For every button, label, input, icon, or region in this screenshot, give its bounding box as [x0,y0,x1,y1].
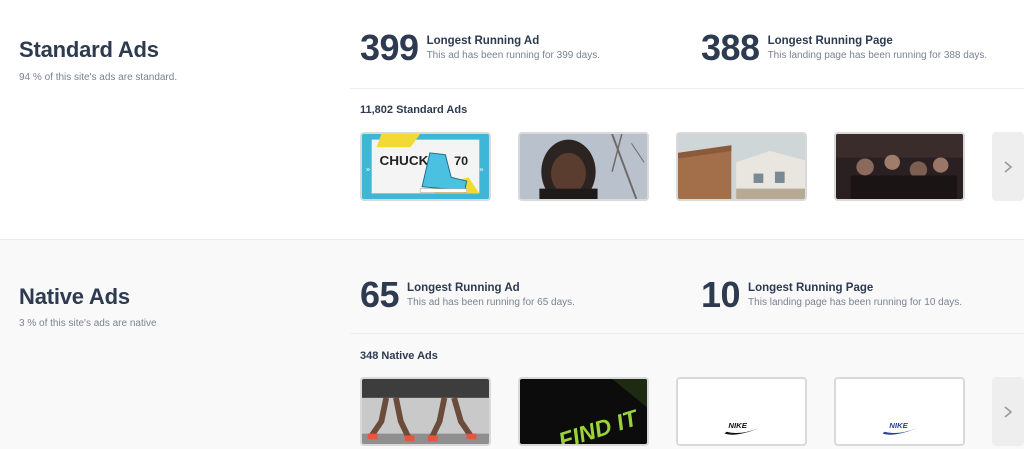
ad-thumbnail[interactable] [360,377,491,446]
chevron-right-icon [1004,160,1013,173]
ads-count-label: 348 Native Ads [360,350,438,362]
crowd-ad-image [836,134,963,199]
stat-label: Longest Running Ad [407,282,520,294]
stat-label: Longest Running Page [748,282,874,294]
stat-label: Longest Running Ad [426,35,540,47]
section-title: Standard Ads [19,37,159,62]
ad-caption: CHUCK [379,153,428,168]
ad-caption: 70 [454,154,468,168]
stat-description: This ad has been running for 65 days. [407,297,575,308]
standard-ads-section: Standard Ads 94 % of this site's ads are… [0,0,1024,240]
ad-thumbnail[interactable] [834,132,965,201]
divider [350,88,1024,89]
ad-thumbnail[interactable] [518,132,649,201]
stat-value: 388 [701,27,760,68]
ad-thumbnail[interactable] [676,132,807,201]
ads-count-label: 11,802 Standard Ads [360,104,468,116]
longest-running-ad-stat: 65 Longest Running Ad This ad has been r… [360,277,575,313]
svg-text:»: » [479,165,483,174]
ad-thumbnail[interactable]: FIND IT [518,377,649,446]
stat-description: This landing page has been running for 3… [767,50,988,61]
find-it-ad-image: FIND IT [520,379,647,444]
next-button[interactable] [992,377,1024,446]
next-button[interactable] [992,132,1024,201]
stat-value: 399 [360,27,419,68]
native-ads-section: Native Ads 3 % of this site's ads are na… [0,240,1024,449]
portrait-ad-image [520,134,647,199]
stat-description: This landing page has been running for 1… [748,297,963,308]
houses-ad-image [678,134,805,199]
nike-blue-ad-image: NIKE [836,379,963,444]
longest-running-ad-stat: 399 Longest Running Ad This ad has been … [360,30,600,66]
nike-ad-image: NIKE [678,379,805,444]
native-ads-summary: Native Ads 3 % of this site's ads are na… [0,240,350,449]
longest-running-page-stat: 10 Longest Running Page This landing pag… [701,277,962,313]
stat-description: This ad has been running for 399 days. [426,50,601,61]
longest-running-page-stat: 388 Longest Running Page This landing pa… [701,30,987,66]
standard-ads-summary: Standard Ads 94 % of this site's ads are… [0,0,350,239]
stat-value: 65 [360,274,400,315]
standard-ads-details: 399 Longest Running Ad This ad has been … [350,0,1024,239]
runners-ad-image [362,379,489,444]
ad-thumbnail[interactable]: CHUCK 70 » » [360,132,491,201]
native-ads-details: 65 Longest Running Ad This ad has been r… [350,240,1024,449]
stat-label: Longest Running Page [767,35,893,47]
stat-value: 10 [701,274,741,315]
sneaker-ad-image: CHUCK 70 » » [362,134,489,199]
divider [350,333,1024,334]
chevron-right-icon [1004,405,1013,418]
svg-text:»: » [366,165,370,174]
ad-caption: NIKE [889,421,908,430]
section-subtitle: 3 % of this site's ads are native [19,318,157,329]
ad-thumbnail[interactable]: NIKE [834,377,965,446]
section-title: Native Ads [19,284,130,309]
ad-thumbnail[interactable]: NIKE [676,377,807,446]
ad-caption: NIKE [728,421,747,430]
section-subtitle: 94 % of this site's ads are standard. [19,72,178,83]
